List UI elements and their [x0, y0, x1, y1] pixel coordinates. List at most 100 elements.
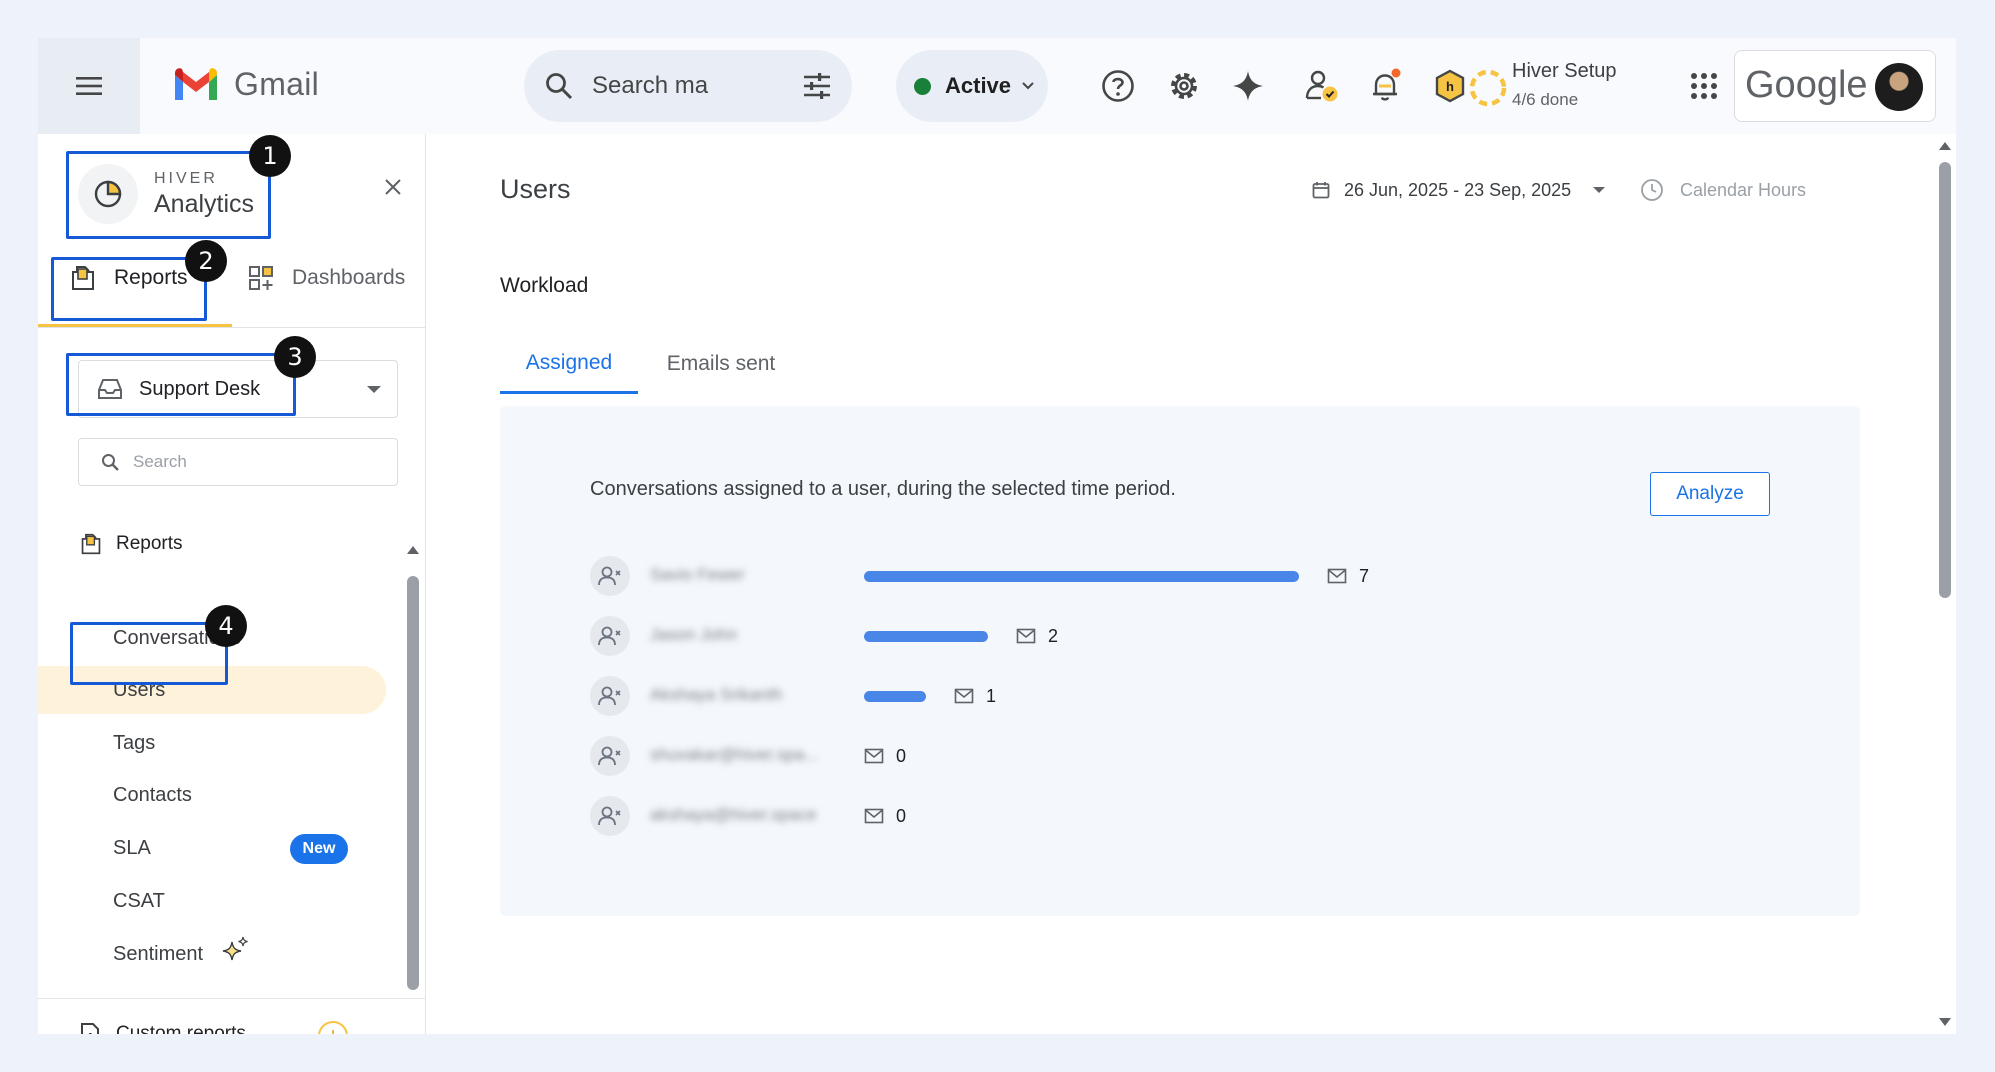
sidebar-divider	[38, 998, 426, 999]
page-title: Users	[500, 174, 571, 204]
gmail-wordmark: Gmail	[234, 66, 320, 102]
user-name: Savio Fewer	[650, 565, 745, 584]
apps-button[interactable]	[1684, 66, 1724, 106]
settings-button[interactable]	[1164, 66, 1204, 106]
report-search-input[interactable]: Search	[78, 438, 398, 486]
status-label: Active	[945, 73, 1012, 98]
hiver-setup-status: 4/6 done	[1512, 90, 1579, 109]
user-avatar-icon	[590, 556, 630, 596]
user-count-value: 7	[1359, 565, 1370, 586]
search-options-icon[interactable]	[802, 72, 832, 100]
google-account-button[interactable]: Google	[1734, 50, 1936, 122]
notifications-button[interactable]	[1366, 66, 1406, 106]
tab-dashboards[interactable]: Dashboards	[248, 254, 428, 302]
search-icon	[546, 73, 573, 100]
user-email-count: 0	[864, 805, 906, 827]
user-email-count: 2	[1016, 625, 1058, 647]
analyze-button[interactable]: Analyze	[1650, 472, 1770, 516]
sparkle-icon	[1233, 71, 1263, 101]
user-email-count: 7	[1327, 565, 1369, 587]
svg-text:h: h	[1446, 79, 1454, 94]
caret-down-icon	[1593, 187, 1606, 193]
hiver-shield-icon: h	[1435, 69, 1465, 103]
callout-box-analytics	[66, 151, 271, 239]
workload-description: Conversations assigned to a user, during…	[590, 478, 1176, 500]
sidebar-item-csat[interactable]: CSAT	[113, 886, 165, 916]
progress-ring-icon	[1469, 69, 1507, 107]
caret-down-icon	[367, 385, 381, 393]
gemini-button[interactable]	[1228, 66, 1268, 106]
sidebar-item-sentiment[interactable]: Sentiment	[113, 939, 203, 969]
user-avatar-icon	[590, 676, 630, 716]
callout-badge-4: 4	[205, 605, 247, 647]
add-custom-report-button[interactable]: +	[318, 1021, 348, 1034]
user-name: Akshaya Srikanth	[650, 685, 783, 704]
user-count-value: 0	[896, 805, 907, 826]
calendar-hours-toggle[interactable]: Calendar Hours	[1640, 174, 1806, 206]
gmail-m-icon	[175, 67, 217, 100]
avatar	[1875, 63, 1923, 111]
hiver-extension-button[interactable]: h	[1430, 66, 1470, 106]
bell-icon	[1373, 68, 1401, 101]
mail-icon	[864, 748, 884, 764]
reports-section-header[interactable]: Reports	[80, 526, 183, 562]
callout-box-inbox	[66, 353, 296, 416]
callout-badge-3: 3	[274, 336, 316, 378]
user-name: Jason John	[650, 625, 737, 644]
sparkle-icon	[222, 936, 248, 961]
user-count-value: 0	[896, 745, 907, 766]
calendar-icon	[1312, 182, 1330, 199]
hiver-setup-progress[interactable]: Hiver Setup 4/6 done	[1468, 58, 1617, 118]
scroll-up-arrow-icon[interactable]	[406, 544, 420, 556]
sidebar-item-tags[interactable]: Tags	[113, 728, 155, 758]
custom-report-icon	[81, 1023, 99, 1034]
search-icon	[102, 454, 119, 471]
chevron-down-icon	[1022, 82, 1034, 90]
user-email-count: 1	[954, 685, 996, 707]
mail-icon	[1016, 628, 1036, 644]
gmail-logo[interactable]: Gmail	[172, 66, 319, 103]
sidebar-item-contacts[interactable]: Contacts	[113, 780, 192, 810]
callout-badge-2: 2	[185, 240, 227, 282]
dashboard-grid-icon	[249, 266, 273, 290]
calendar-hours-label: Calendar Hours	[1680, 179, 1807, 200]
tab-dashboards-label: Dashboards	[292, 266, 406, 289]
workload-heading: Workload	[500, 274, 589, 297]
status-dropdown[interactable]: Active	[896, 50, 1048, 122]
user-name: akshaya@hiver.space	[650, 805, 817, 824]
main-menu-button[interactable]	[38, 38, 140, 134]
search-placeholder: Search ma	[592, 72, 709, 99]
date-range-label: 26 Jun, 2025 - 23 Sep, 2025	[1344, 179, 1572, 200]
reports-icon	[81, 533, 101, 555]
user-workload-bar	[864, 571, 1299, 582]
user-status-button[interactable]	[1302, 66, 1342, 106]
close-sidebar-button[interactable]	[378, 172, 408, 202]
clock-icon	[1641, 179, 1663, 201]
user-avatar-icon	[590, 616, 630, 656]
sidebar-scrollbar-thumb[interactable]	[407, 576, 419, 990]
tab-emails-sent[interactable]: Emails sent	[638, 334, 804, 394]
custom-reports-label: Custom reports	[116, 1023, 246, 1034]
gear-icon	[1171, 73, 1197, 99]
callout-box-users	[70, 622, 228, 685]
sidebar-item-sla[interactable]: SLA	[113, 833, 151, 863]
user-email-count: 0	[864, 745, 906, 767]
help-icon	[1102, 70, 1134, 102]
tab-divider	[38, 327, 426, 328]
main-scrollbar-thumb[interactable]	[1939, 162, 1951, 598]
report-search-placeholder: Search	[133, 452, 187, 471]
scroll-up-arrow-icon[interactable]	[1938, 140, 1952, 152]
help-button[interactable]	[1098, 66, 1138, 106]
workload-card: Conversations assigned to a user, during…	[500, 406, 1860, 916]
scroll-down-arrow-icon[interactable]	[1938, 1016, 1952, 1028]
user-workload-bar	[864, 631, 988, 642]
mail-icon	[864, 808, 884, 824]
date-range-picker[interactable]: 26 Jun, 2025 - 23 Sep, 2025	[1312, 174, 1606, 206]
user-avatar-icon	[590, 796, 630, 836]
custom-reports-item[interactable]: Custom reports	[80, 1018, 246, 1034]
tab-assigned[interactable]: Assigned	[500, 334, 638, 394]
user-count-value: 1	[986, 685, 997, 706]
mail-search-input[interactable]: Search ma	[524, 50, 852, 122]
user-avatar-icon	[590, 736, 630, 776]
close-icon	[385, 179, 401, 195]
